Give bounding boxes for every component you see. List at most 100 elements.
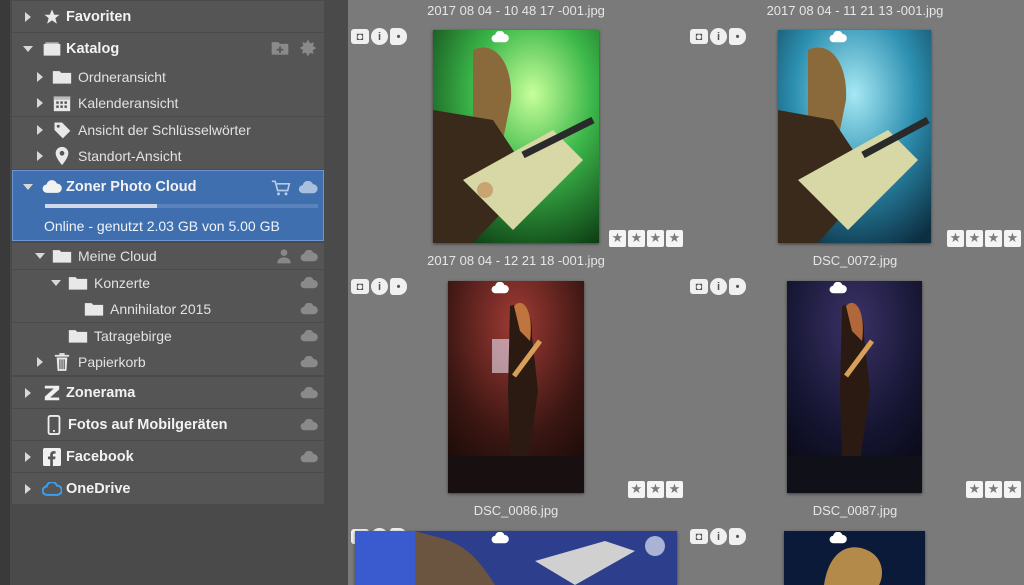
star-icon[interactable] — [985, 481, 1002, 498]
thumbnail-browser[interactable]: 2017 08 04 - 10 48 17 -001.jpg 2017 08 0… — [348, 0, 1024, 585]
photo-thumbnail[interactable] — [787, 281, 922, 493]
location-pin-icon — [52, 146, 72, 166]
rating-stars[interactable] — [947, 230, 1021, 247]
star-icon — [42, 7, 62, 27]
user-icon[interactable] — [276, 248, 292, 267]
trash-icon — [52, 352, 72, 372]
photo-thumbnail[interactable] — [355, 531, 677, 585]
star-icon[interactable] — [966, 481, 983, 498]
star-icon[interactable] — [966, 230, 983, 247]
tree-item-folder-view[interactable]: Ordneransicht — [12, 64, 324, 90]
info-icon[interactable]: i — [710, 278, 727, 295]
info-icon[interactable]: i — [710, 528, 727, 545]
section-mobile-photos[interactable]: Fotos auf Mobilgeräten — [12, 409, 324, 440]
star-icon[interactable] — [947, 230, 964, 247]
photo-thumbnail[interactable] — [433, 30, 599, 243]
section-zoner-photo-cloud[interactable]: Zoner Photo Cloud Online - genutzt 2.03 … — [12, 170, 324, 241]
star-icon[interactable] — [628, 481, 645, 498]
tree-item-tatragebirge[interactable]: Tatragebirge — [12, 323, 324, 349]
cloud-sync-icon — [300, 277, 318, 289]
photo-filename: DSC_0072.jpg — [812, 253, 898, 268]
camera-icon: ◘ — [690, 29, 708, 44]
cloud-badge-icon — [491, 281, 509, 297]
photo-badges: ◘ i • — [690, 528, 746, 545]
tree-item-label: Papierkorb — [78, 354, 146, 370]
star-icon[interactable] — [1004, 230, 1021, 247]
gear-icon[interactable] — [298, 38, 318, 61]
chevron-right-icon[interactable] — [22, 11, 34, 23]
chevron-down-icon[interactable] — [22, 181, 34, 193]
section-catalog[interactable]: Katalog — [12, 33, 324, 64]
star-icon[interactable] — [609, 230, 626, 247]
photo-filename: 2017 08 04 - 12 21 18 -001.jpg — [427, 253, 605, 268]
chevron-right-icon[interactable] — [34, 124, 46, 136]
chevron-right-icon[interactable] — [22, 387, 34, 399]
tag-icon: • — [729, 28, 746, 45]
catalog-icon — [42, 39, 62, 59]
cloud-icon — [42, 177, 62, 197]
smartphone-icon — [44, 414, 64, 435]
tag-icon: • — [390, 28, 407, 45]
photo-thumbnail[interactable] — [778, 30, 931, 243]
chevron-right-icon[interactable] — [34, 356, 46, 368]
info-icon[interactable]: i — [371, 278, 388, 295]
star-icon[interactable] — [666, 481, 683, 498]
tree-item-trash[interactable]: Papierkorb — [12, 349, 324, 375]
camera-icon: ◘ — [690, 529, 708, 544]
photo-badges: ◘ i • — [690, 28, 746, 45]
cloud-badge-icon — [829, 281, 847, 297]
sidebar-rail — [0, 0, 10, 585]
tree-item-my-cloud[interactable]: Meine Cloud — [12, 243, 324, 269]
tree-item-label: Meine Cloud — [78, 248, 157, 264]
tag-icon: • — [390, 278, 407, 295]
star-icon[interactable] — [647, 230, 664, 247]
tree-item-location-view[interactable]: Standort-Ansicht — [12, 143, 324, 169]
tree-item-concerts[interactable]: Konzerte — [12, 270, 324, 296]
photo-filename: 2017 08 04 - 11 21 13 -001.jpg — [766, 3, 944, 18]
cloud-sync-icon — [300, 330, 318, 342]
camera-icon: ◘ — [351, 279, 369, 294]
section-favorites[interactable]: Favoriten — [12, 1, 324, 32]
section-zonerama[interactable]: Zonerama — [12, 377, 324, 408]
tree-item-annihilator-2015[interactable]: Annihilator 2015 — [12, 296, 324, 322]
facebook-logo-icon — [42, 447, 62, 467]
section-zonerama-label: Zonerama — [66, 384, 136, 401]
star-icon[interactable] — [985, 230, 1002, 247]
tree-item-label: Tatragebirge — [94, 328, 172, 344]
section-onedrive[interactable]: OneDrive — [12, 473, 324, 504]
chevron-right-icon[interactable] — [34, 71, 46, 83]
photo-thumbnail[interactable] — [784, 531, 925, 585]
photo-filename: DSC_0087.jpg — [812, 503, 898, 518]
camera-icon: ◘ — [351, 29, 369, 44]
chevron-right-icon[interactable] — [22, 483, 34, 495]
folder-icon — [68, 273, 88, 293]
tree-item-keyword-view[interactable]: Ansicht der Schlüsselwörter — [12, 117, 324, 143]
cloud-sync-icon — [300, 250, 318, 262]
section-facebook[interactable]: Facebook — [12, 441, 324, 472]
chevron-down-icon[interactable] — [34, 250, 46, 262]
star-icon[interactable] — [666, 230, 683, 247]
chevron-right-icon[interactable] — [22, 451, 34, 463]
tree-item-calendar-view[interactable]: Kalenderansicht — [12, 90, 324, 116]
chevron-right-icon[interactable] — [34, 97, 46, 109]
chevron-down-icon[interactable] — [50, 277, 62, 289]
cloud-sync-icon — [300, 418, 318, 431]
chevron-down-icon[interactable] — [22, 43, 34, 55]
info-icon[interactable]: i — [371, 28, 388, 45]
shopping-cart-icon[interactable] — [271, 179, 291, 200]
add-folder-icon[interactable] — [270, 39, 290, 60]
rating-stars[interactable] — [609, 230, 683, 247]
section-facebook-label: Facebook — [66, 448, 134, 465]
star-icon[interactable] — [647, 481, 664, 498]
rating-stars[interactable] — [966, 481, 1021, 498]
folder-icon — [52, 246, 72, 266]
star-icon[interactable] — [628, 230, 645, 247]
tag-icon: • — [729, 528, 746, 545]
rating-stars[interactable] — [628, 481, 683, 498]
tree-item-label: Ansicht der Schlüsselwörter — [78, 122, 251, 138]
info-icon[interactable]: i — [710, 28, 727, 45]
star-icon[interactable] — [1004, 481, 1021, 498]
chevron-right-icon[interactable] — [34, 150, 46, 162]
cloud-status-icon — [298, 180, 318, 197]
photo-thumbnail[interactable] — [448, 281, 584, 493]
